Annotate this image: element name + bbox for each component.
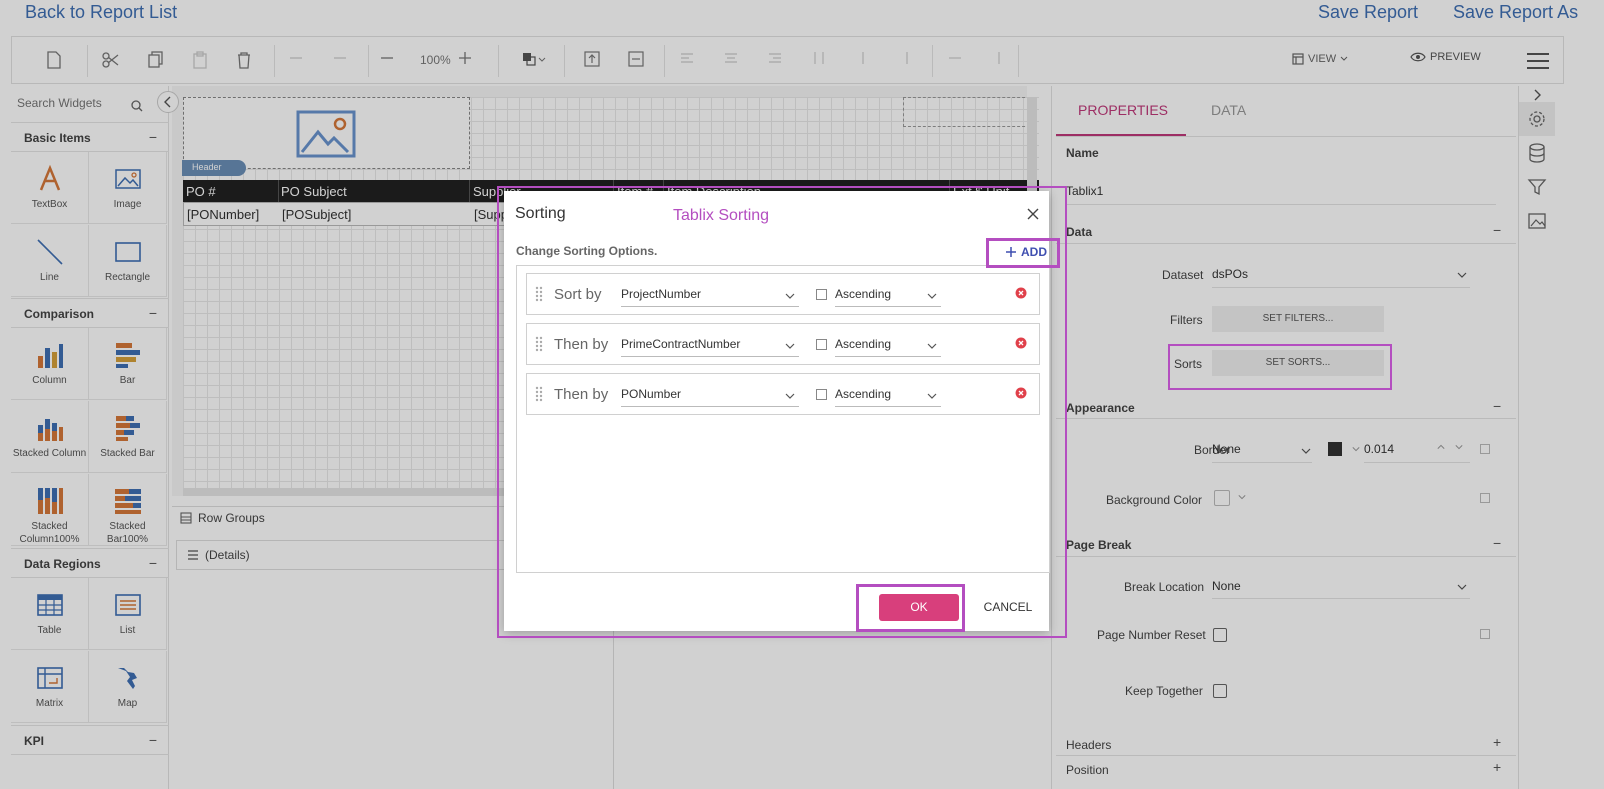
annotation-highlight-dialog [497, 186, 1067, 638]
annotation-highlight-add [986, 238, 1060, 268]
annotation-highlight-ok [856, 584, 965, 632]
annotation-highlight-sorts [1168, 344, 1392, 390]
